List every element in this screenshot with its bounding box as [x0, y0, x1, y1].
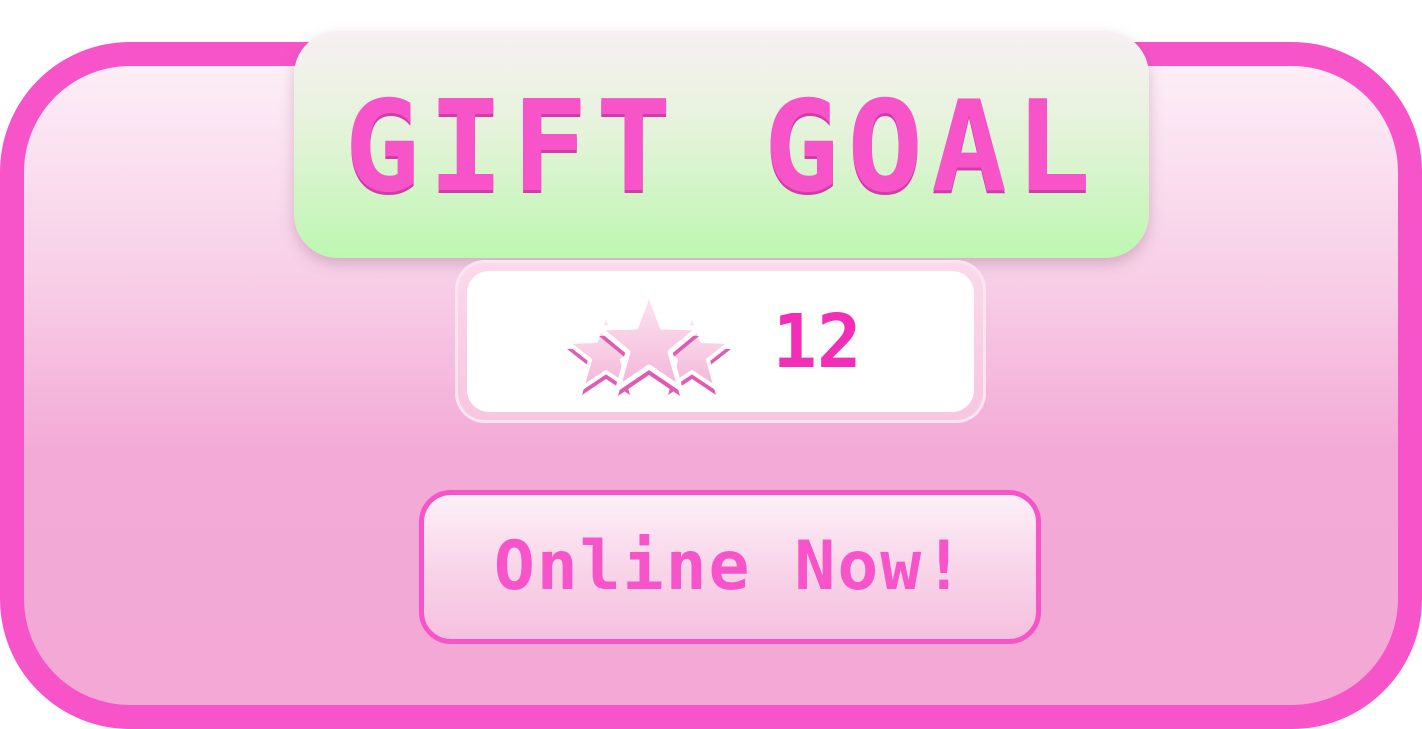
status-label: Online Now!: [493, 527, 967, 606]
gift-count: 12: [772, 298, 862, 385]
stars-icon: [565, 289, 734, 396]
title-panel: GIFT GOAL: [294, 31, 1149, 258]
widget-title: GIFT GOAL: [344, 72, 1099, 220]
gift-counter: 12: [455, 260, 986, 423]
gift-counter-inner: 12: [467, 271, 974, 412]
online-now-button[interactable]: Online Now!: [419, 490, 1041, 644]
